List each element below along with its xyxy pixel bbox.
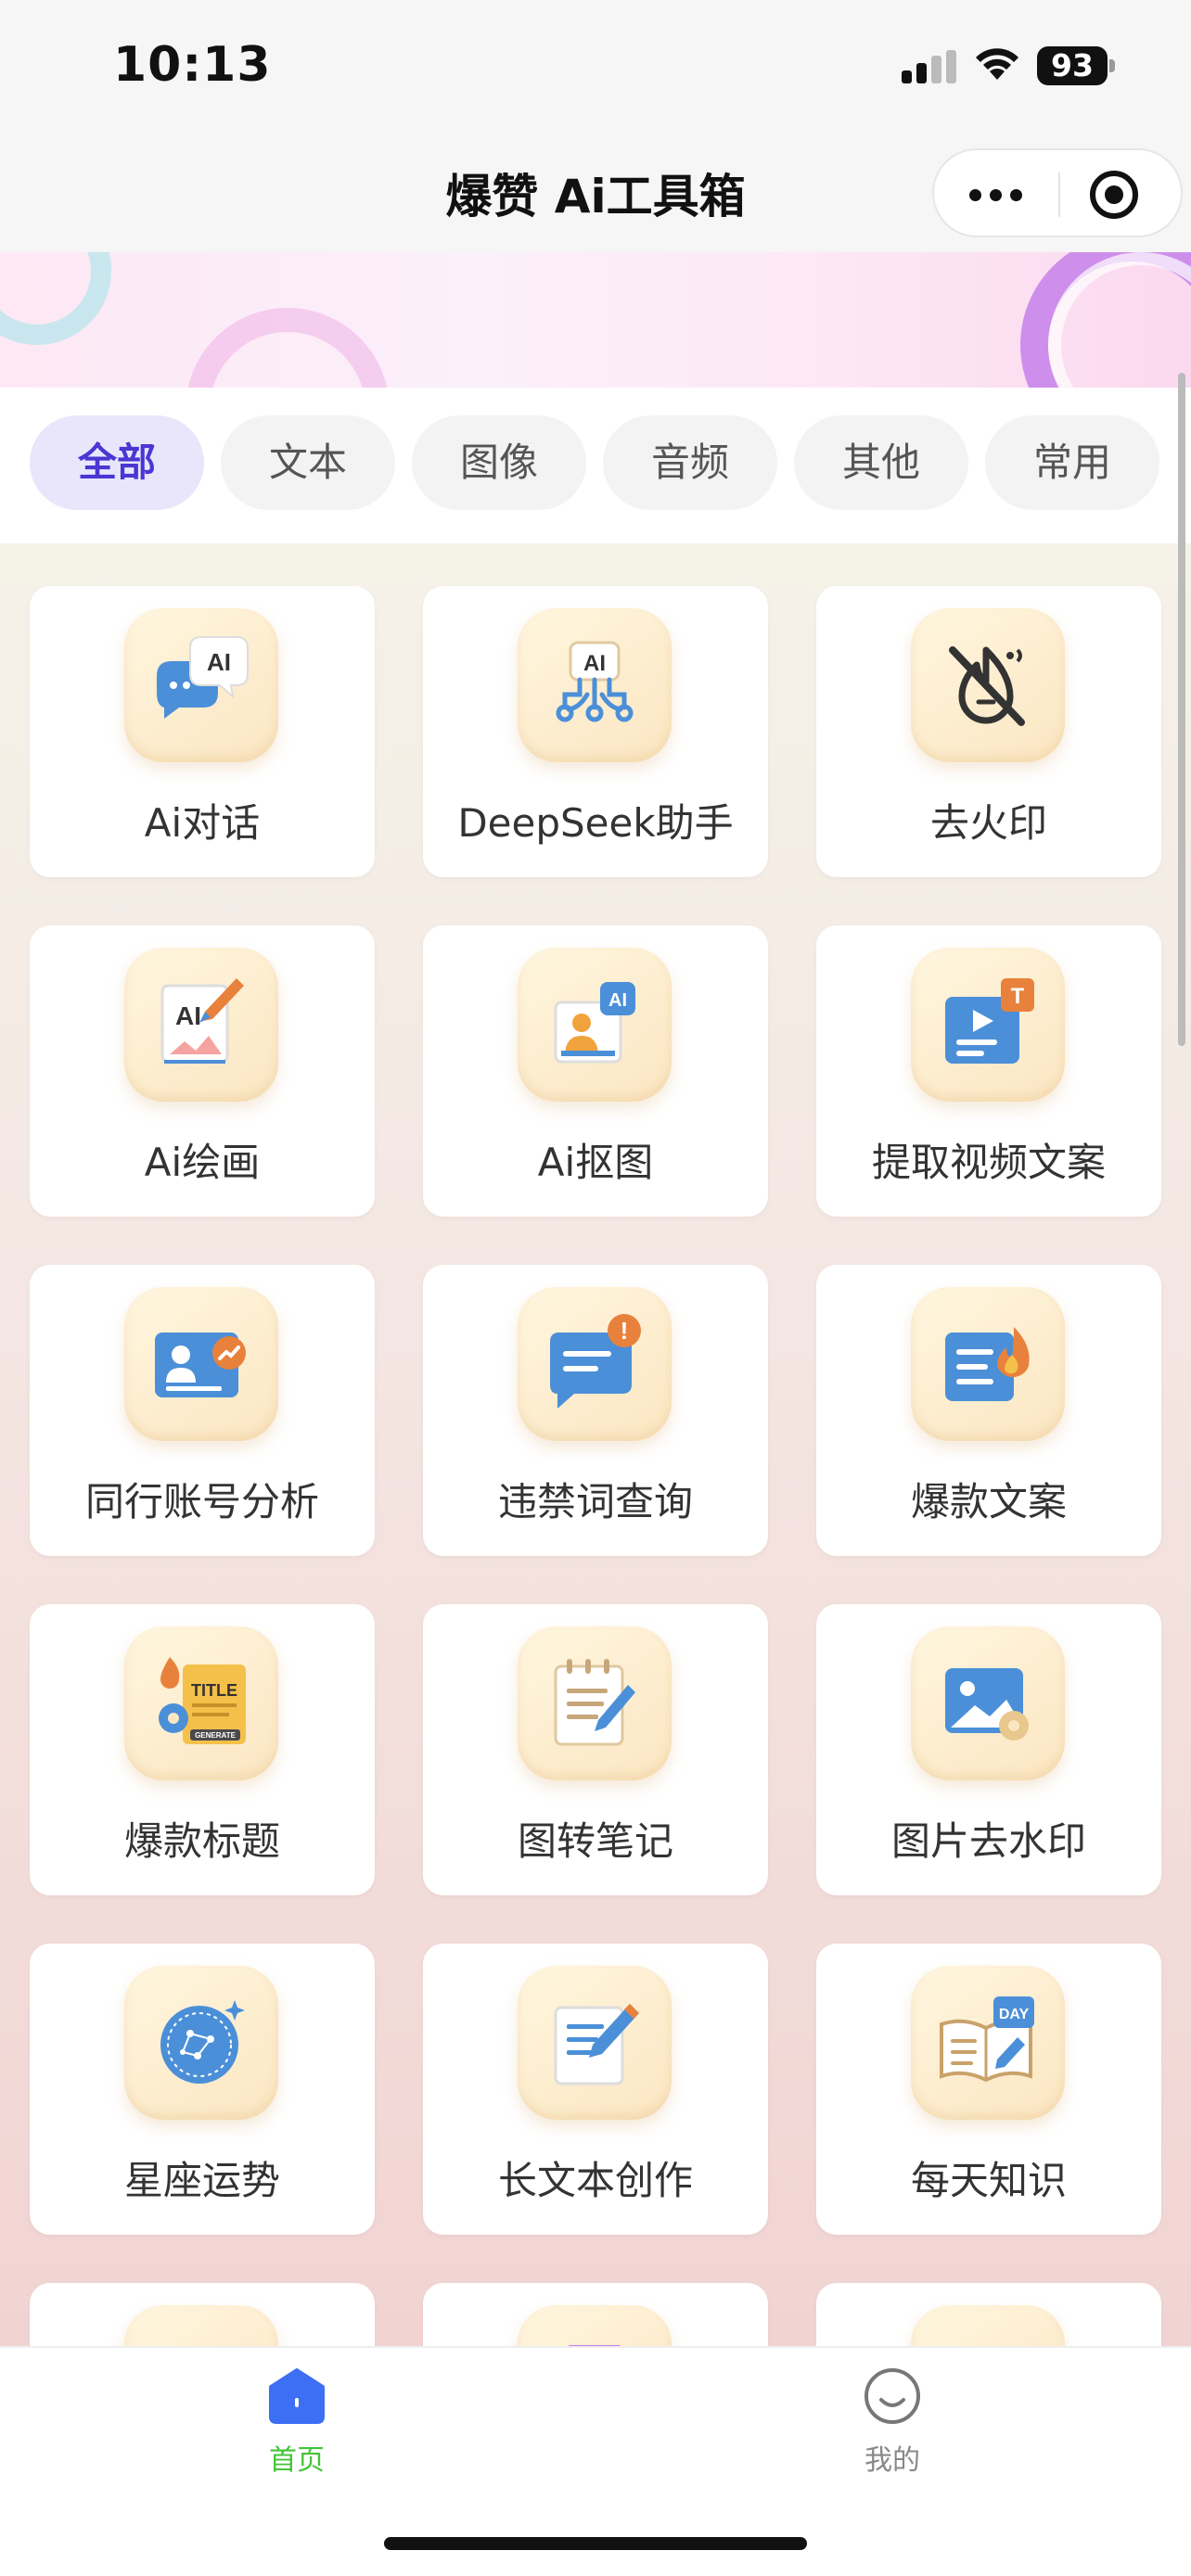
svg-text:T: T	[1011, 984, 1025, 1009]
tool-icon-partial	[911, 2305, 1065, 2346]
nav-home[interactable]: 首页	[204, 2366, 390, 2478]
tool-label: DeepSeek助手	[457, 800, 734, 846]
tool-label: 每天知识	[910, 2158, 1067, 2203]
mini-program-capsule	[932, 148, 1183, 237]
tool-card-partial[interactable]	[816, 2283, 1161, 2346]
svg-text:TITLE: TITLE	[191, 1681, 237, 1700]
ai-cutout-icon: AI	[518, 948, 672, 1102]
target-icon[interactable]	[1090, 171, 1138, 219]
no-fire-icon	[911, 608, 1065, 762]
tab-all[interactable]: 全部	[30, 415, 204, 510]
tool-label: 星座运势	[123, 2158, 280, 2203]
tool-label: 去火印	[929, 800, 1047, 846]
chat-ai-icon: AI	[124, 608, 278, 762]
svg-text:AI: AI	[608, 990, 627, 1011]
tool-label: 长文本创作	[497, 2158, 693, 2203]
tool-card-remove-fire-mark[interactable]: 去火印	[816, 586, 1161, 877]
tool-card-hot-copy[interactable]: 爆款文案	[816, 1265, 1161, 1556]
scrollbar[interactable]	[1178, 373, 1185, 1046]
notes-icon	[518, 1626, 672, 1780]
tool-card-partial[interactable]	[423, 2283, 768, 2346]
tool-card-peer-account-analysis[interactable]: 同行账号分析	[30, 1265, 375, 1556]
svg-text:AI: AI	[175, 1001, 201, 1030]
svg-text:DAY: DAY	[999, 2007, 1030, 2022]
battery-icon: 93	[1037, 46, 1115, 85]
tool-label: 爆款文案	[910, 1479, 1067, 1524]
wifi-icon	[974, 45, 1020, 82]
image-watermark-icon	[911, 1626, 1065, 1780]
tool-card-extract-video-copy[interactable]: T 提取视频文案	[816, 925, 1161, 1217]
tool-label: 图转笔记	[517, 1818, 673, 1864]
tool-card-image-remove-watermark[interactable]: 图片去水印	[816, 1604, 1161, 1895]
video-text-icon: T	[911, 948, 1065, 1102]
tool-card-image-to-notes[interactable]: 图转笔记	[423, 1604, 768, 1895]
tool-card-daily-knowledge[interactable]: DAY 每天知识	[816, 1944, 1161, 2235]
tool-card-banned-word-check[interactable]: ! 违禁词查询	[423, 1265, 768, 1556]
category-tabs: 全部 文本 图像 音频 其他 常用	[0, 388, 1191, 543]
account-analysis-icon	[124, 1287, 278, 1441]
tool-card-deepseek[interactable]: AI DeepSeek助手	[423, 586, 768, 877]
banned-word-icon: !	[518, 1287, 672, 1441]
tool-label: 违禁词查询	[497, 1479, 693, 1524]
tool-card-ai-chat[interactable]: AI Ai对话	[30, 586, 375, 877]
status-time: 10:13	[113, 37, 272, 93]
tab-image[interactable]: 图像	[412, 415, 586, 510]
home-icon	[267, 2366, 327, 2426]
title-generate-icon: TITLE GENERATE	[124, 1626, 278, 1780]
daily-knowledge-icon: DAY	[911, 1966, 1065, 2120]
status-bar: 10:13 93	[0, 0, 1191, 139]
zodiac-icon	[124, 1966, 278, 2120]
hot-copy-icon	[911, 1287, 1065, 1441]
svg-text:GENERATE: GENERATE	[195, 1731, 237, 1740]
tool-label: 图片去水印	[890, 1818, 1086, 1864]
tab-audio[interactable]: 音频	[603, 415, 777, 510]
tab-common[interactable]: 常用	[985, 415, 1159, 510]
tool-label: 爆款标题	[123, 1818, 280, 1864]
battery-level: 93	[1037, 46, 1108, 85]
nav-profile-label: 我的	[864, 2444, 920, 2477]
banner	[0, 252, 1191, 388]
tool-icon-partial	[518, 2305, 672, 2346]
ai-robot-icon: AI	[518, 608, 672, 762]
tool-card-hot-title[interactable]: TITLE GENERATE 爆款标题	[30, 1604, 375, 1895]
tool-label: 提取视频文案	[871, 1140, 1106, 1185]
tool-label: Ai绘画	[144, 1140, 261, 1185]
tool-card-long-text-creation[interactable]: 长文本创作	[423, 1944, 768, 2235]
tool-grid: AI Ai对话 AI DeepSeek助手 去火印 AI Ai绘画 AI Ai抠…	[0, 543, 1191, 2346]
tool-card-ai-cutout[interactable]: AI Ai抠图	[423, 925, 768, 1217]
ai-paint-icon: AI	[124, 948, 278, 1102]
long-text-icon	[518, 1966, 672, 2120]
tool-card-ai-painting[interactable]: AI Ai绘画	[30, 925, 375, 1217]
tool-label: 同行账号分析	[84, 1479, 319, 1524]
tool-card-horoscope[interactable]: 星座运势	[30, 1944, 375, 2235]
svg-text:AI: AI	[583, 651, 606, 676]
tool-label: Ai对话	[144, 800, 261, 846]
tool-icon-partial	[124, 2305, 278, 2346]
tool-label: Ai抠图	[537, 1140, 654, 1185]
cellular-signal-icon	[902, 50, 959, 83]
home-indicator	[384, 2537, 807, 2550]
nav-profile[interactable]: 我的	[800, 2366, 985, 2478]
nav-home-label: 首页	[269, 2444, 325, 2477]
tool-card-partial[interactable]	[30, 2283, 375, 2346]
more-dots-icon[interactable]	[969, 174, 1025, 215]
tab-text[interactable]: 文本	[221, 415, 395, 510]
title-bar: 爆赞 Ai工具箱	[0, 139, 1191, 250]
profile-icon	[863, 2366, 922, 2426]
svg-text:AI: AI	[207, 648, 231, 676]
tab-other[interactable]: 其他	[794, 415, 968, 510]
svg-text:!: !	[621, 1317, 629, 1345]
